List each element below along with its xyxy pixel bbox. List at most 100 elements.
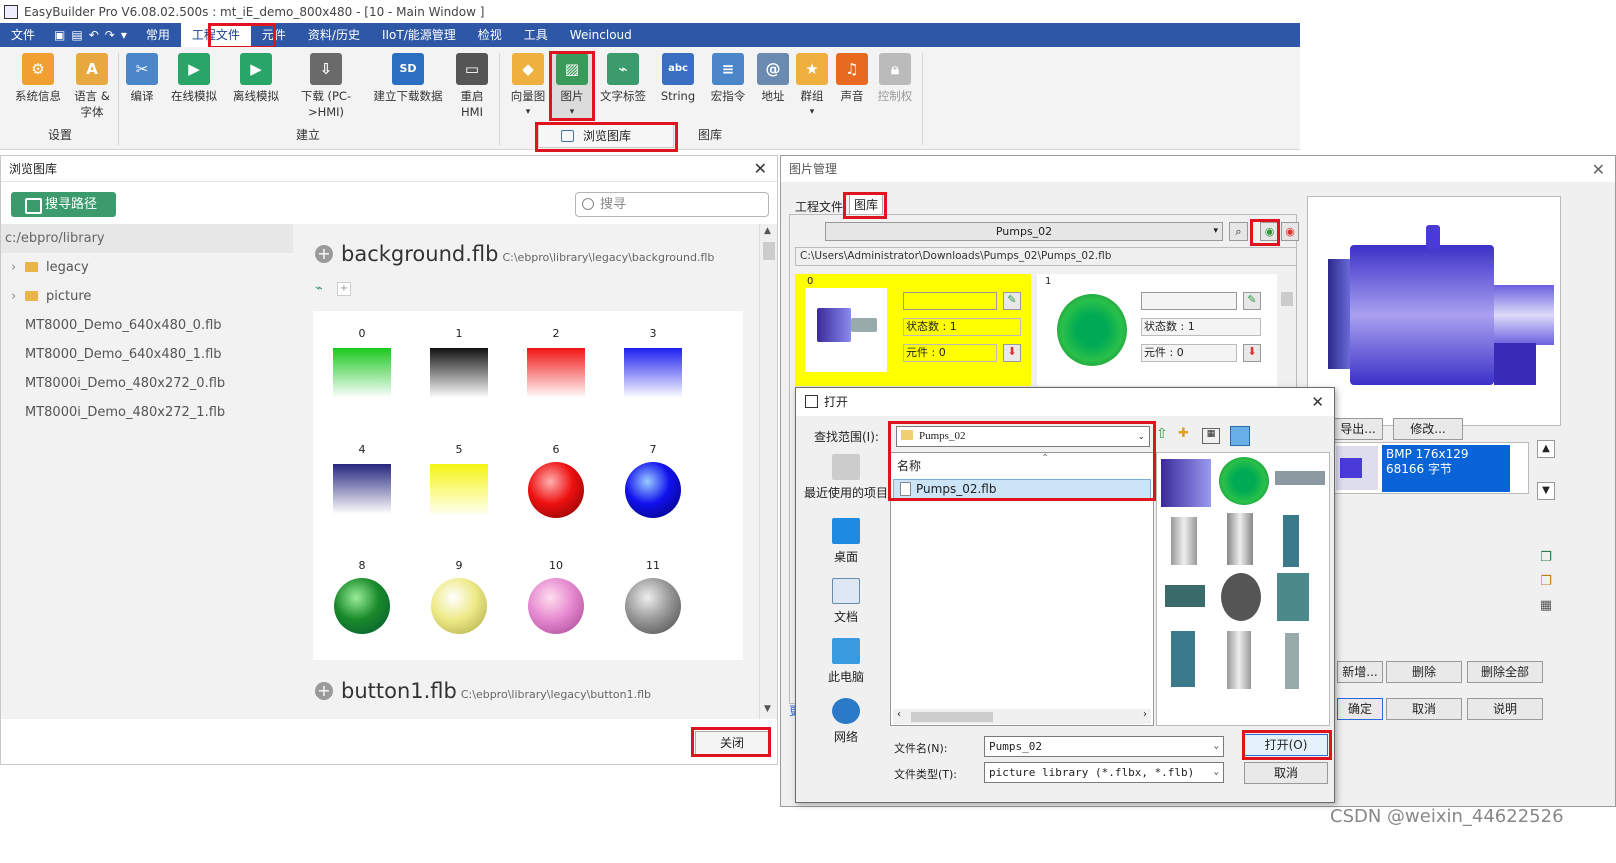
ribbon-button-picture[interactable]: ▨ 图片 ▾ xyxy=(552,53,592,119)
menu-object[interactable]: 元件 xyxy=(251,23,297,47)
place-desktop[interactable]: 桌面 xyxy=(802,518,890,565)
scroll-thumb[interactable] xyxy=(763,242,775,260)
scroll-left-icon[interactable]: ‹ xyxy=(897,709,901,720)
expand-icon[interactable]: › xyxy=(11,253,25,282)
search-path-button[interactable]: 搜寻路径 xyxy=(11,192,116,217)
browse-library-menu-item[interactable]: 浏览图库 xyxy=(538,124,674,148)
scroll-thumb[interactable] xyxy=(1281,292,1293,306)
menu-common[interactable]: 常用 xyxy=(135,23,181,47)
open-library-icon[interactable]: ◉ xyxy=(1260,222,1279,241)
lookin-select[interactable]: Pumps_02 ⌄ xyxy=(896,426,1150,447)
library-select[interactable]: Pumps_02 ▾ xyxy=(825,222,1223,241)
delete-all-button[interactable]: 删除全部 xyxy=(1467,661,1543,683)
picture-tile-7[interactable]: 7 xyxy=(623,443,683,518)
ribbon-button-offline-sim[interactable]: ▶ 离线模拟 xyxy=(228,53,284,104)
library-item-1[interactable]: 1 ✎ 状态数 : 1 元件 : 0 ⬇ xyxy=(1037,274,1277,386)
ribbon-button-group[interactable]: ★ 群组 ▾ xyxy=(794,53,830,120)
ribbon-button-restart-hmi[interactable]: ▭ 重启 HMI xyxy=(452,53,492,120)
expand-plus-icon[interactable]: + xyxy=(315,245,333,263)
ribbon-button-online-sim[interactable]: ▶ 在线模拟 xyxy=(166,53,222,104)
transparent-icon[interactable]: ▦ xyxy=(1537,598,1555,616)
filetype-select[interactable]: picture library (*.flbx, *.flb) ⌄ xyxy=(984,762,1224,783)
close-icon[interactable]: ✕ xyxy=(754,159,767,178)
move-up-icon[interactable]: ▲ xyxy=(1537,440,1555,458)
help-button[interactable]: 说明 xyxy=(1467,698,1543,720)
picture-dropdown-icon[interactable]: ▾ xyxy=(552,104,592,120)
item-name-field[interactable] xyxy=(903,292,997,310)
edit-name-icon[interactable]: ✎ xyxy=(1003,292,1021,310)
ribbon-button-download[interactable]: ⇩ 下载 (PC->HMI) xyxy=(296,53,356,120)
picture-tile-8[interactable]: 8 xyxy=(332,559,392,634)
view-menu-icon[interactable]: ▦ xyxy=(1202,428,1220,444)
menu-iiot[interactable]: IIoT/能源管理 xyxy=(371,23,467,47)
ribbon-button-build-download[interactable]: SD 建立下载数据 xyxy=(370,53,446,104)
save-icon[interactable]: ▣ xyxy=(54,28,65,42)
redo-icon[interactable]: ↷ xyxy=(105,28,115,42)
tag-icon[interactable]: ⌁ xyxy=(315,282,329,296)
menu-weincloud[interactable]: Weincloud xyxy=(559,23,643,47)
cancel-button[interactable]: 取消 xyxy=(1386,698,1462,720)
ribbon-button-sound[interactable]: ♫ 声音 xyxy=(834,53,870,104)
ribbon-button-text-tag[interactable]: ⌁ 文字标签 xyxy=(596,53,650,104)
new-folder-icon[interactable]: ✚ xyxy=(1178,426,1189,441)
ribbon-button-system-info[interactable]: ⚙ 系统信息 xyxy=(12,53,64,104)
customize-icon[interactable]: ▾ xyxy=(121,28,127,42)
item-name-field[interactable] xyxy=(1141,292,1237,310)
picture-tile-1[interactable]: 1 xyxy=(429,327,489,398)
menu-tools[interactable]: 工具 xyxy=(513,23,559,47)
undo-icon[interactable]: ↶ xyxy=(89,28,99,42)
ribbon-button-language-font[interactable]: A 语言 & 字体 xyxy=(70,53,114,120)
element-icon[interactable]: ⬇ xyxy=(1243,344,1261,362)
search-input[interactable]: 搜寻 xyxy=(575,192,769,217)
library-item-0[interactable]: 0 ✎ 状态数 : 1 元件 : 0 ⬇ xyxy=(795,274,1031,386)
picture-tile-0[interactable]: 0 xyxy=(332,327,392,398)
paste-icon[interactable]: ❐ xyxy=(1537,574,1555,592)
filename-input[interactable]: Pumps_02 ⌄ xyxy=(984,736,1224,757)
copy-icon[interactable]: ❐ xyxy=(1537,550,1555,568)
tree-root[interactable]: c:/ebpro/library xyxy=(1,224,293,253)
close-icon[interactable]: ✕ xyxy=(1311,393,1324,411)
group-dropdown-icon[interactable]: ▾ xyxy=(794,104,830,120)
ribbon-button-vector[interactable]: ◆ 向量图 ▾ xyxy=(506,53,550,120)
tree-file[interactable]: MT8000i_Demo_480x272_1.flb xyxy=(1,398,293,427)
place-documents[interactable]: 文档 xyxy=(802,578,890,625)
items-scrollbar[interactable] xyxy=(1279,276,1295,384)
ribbon-button-address[interactable]: @ 地址 xyxy=(756,53,790,104)
move-down-icon[interactable]: ▼ xyxy=(1537,482,1555,500)
expand-icon[interactable]: › xyxy=(11,282,25,311)
file-item-pumps[interactable]: Pumps_02.flb xyxy=(893,479,1151,499)
picture-tile-2[interactable]: 2 xyxy=(526,327,586,398)
add-tag-icon[interactable]: + xyxy=(337,282,351,296)
picture-tile-11[interactable]: 11 xyxy=(623,559,683,634)
expand-plus-icon[interactable]: + xyxy=(315,682,333,700)
tree-folder-picture[interactable]: › picture xyxy=(1,282,293,311)
tree-file[interactable]: MT8000_Demo_640x480_0.flb xyxy=(1,311,293,340)
close-library-icon[interactable]: ◉ xyxy=(1281,222,1299,241)
picture-tile-10[interactable]: 10 xyxy=(526,559,586,634)
vector-dropdown-icon[interactable]: ▾ xyxy=(506,104,550,120)
scroll-right-icon[interactable]: › xyxy=(1143,709,1147,720)
ok-button[interactable]: 确定 xyxy=(1337,698,1383,720)
open-button[interactable]: 打开(O) xyxy=(1244,734,1328,756)
element-icon[interactable]: ⬇ xyxy=(1003,344,1021,362)
place-this-pc[interactable]: 此电脑 xyxy=(802,638,890,685)
place-network[interactable]: 网络 xyxy=(802,698,890,745)
save-all-icon[interactable]: ▤ xyxy=(71,28,82,42)
picture-list[interactable]: BMP 176x129 68166 字节 xyxy=(1331,442,1529,494)
scroll-down-icon[interactable]: ▼ xyxy=(764,704,771,714)
place-recent[interactable]: 最近使用的项目 xyxy=(802,454,890,501)
tree-file[interactable]: MT8000_Demo_640x480_1.flb xyxy=(1,340,293,369)
browse-library-icon[interactable]: ⌕ xyxy=(1229,222,1248,241)
close-icon[interactable]: ✕ xyxy=(1592,160,1605,179)
tree-folder-legacy[interactable]: › legacy xyxy=(1,253,293,282)
tree-file[interactable]: MT8000i_Demo_480x272_0.flb xyxy=(1,369,293,398)
ribbon-button-compile[interactable]: ✂ 编译 xyxy=(122,53,162,104)
delete-button[interactable]: 删除 xyxy=(1386,661,1462,683)
menu-project[interactable]: 工程文件 xyxy=(180,23,251,47)
picture-tile-5[interactable]: 5 xyxy=(429,443,489,514)
picture-tile-6[interactable]: 6 xyxy=(526,443,586,518)
preview-toggle-icon[interactable] xyxy=(1230,426,1250,446)
scroll-thumb[interactable] xyxy=(911,712,993,722)
ribbon-button-string[interactable]: abc String xyxy=(656,53,700,104)
scroll-up-icon[interactable]: ▲ xyxy=(764,226,771,236)
